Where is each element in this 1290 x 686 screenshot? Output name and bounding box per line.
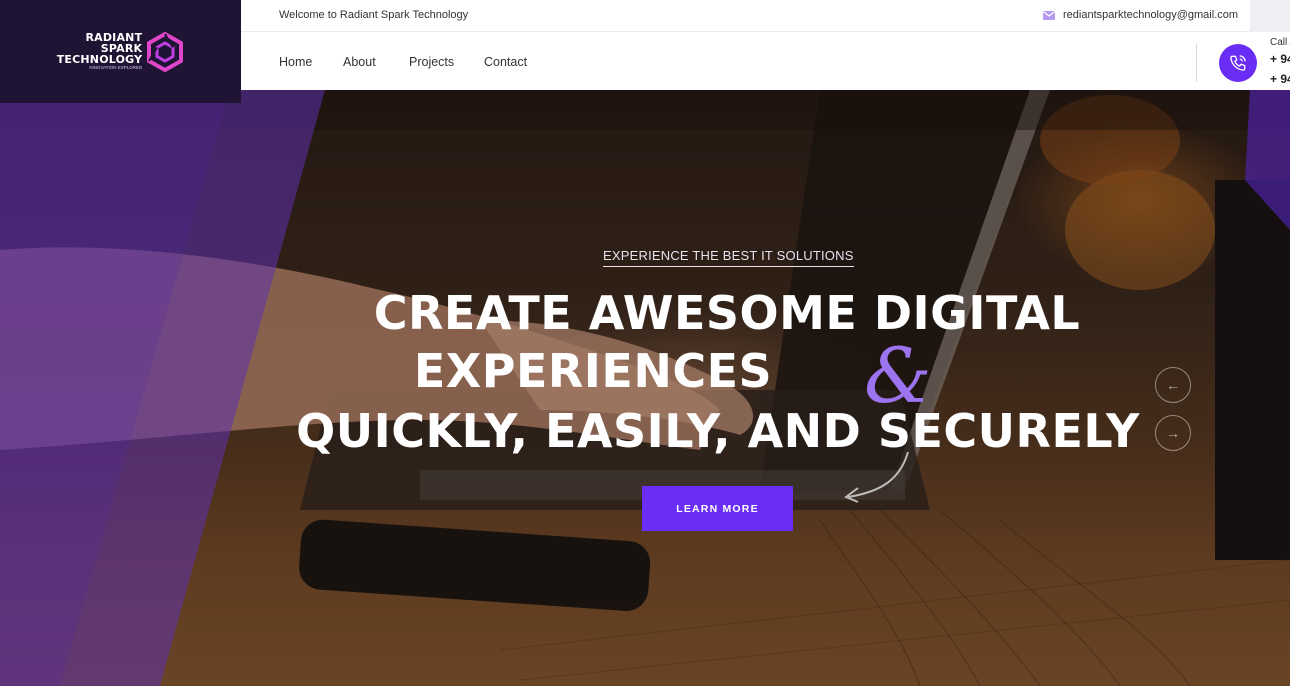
phone-number-2[interactable]: + 94 — [1270, 72, 1290, 86]
top-bar: Welcome to Radiant Spark Technology redi… — [241, 0, 1290, 32]
slider-next-button[interactable]: → — [1155, 415, 1191, 451]
hero-content: EXPERIENCE THE BEST IT SOLUTIONS CREATE … — [0, 90, 1290, 686]
hero-headline-line-3: QUICKLY, EASILY, AND SECURELY — [296, 404, 1140, 458]
hero-ampersand: & — [864, 331, 932, 420]
call-button[interactable] — [1219, 44, 1257, 82]
call-label: Call A — [1270, 37, 1290, 48]
hero-headline-line-1: CREATE AWESOME DIGITAL — [373, 286, 1081, 340]
nav-contact[interactable]: Contact — [484, 55, 527, 69]
nav-divider — [1196, 44, 1197, 82]
main-nav: Home About Projects Contact Call A + 94 … — [241, 32, 1290, 90]
nav-about[interactable]: About — [343, 55, 376, 69]
logo-tagline: INNOVATION EXPLORED — [89, 65, 143, 71]
welcome-text: Welcome to Radiant Spark Technology — [279, 9, 469, 21]
hero-subtitle: EXPERIENCE THE BEST IT SOLUTIONS — [603, 248, 854, 267]
nav-home[interactable]: Home — [279, 55, 312, 69]
phone-number-1[interactable]: + 94 — [1270, 52, 1290, 66]
learn-more-button[interactable]: LEARN MORE — [642, 486, 793, 531]
envelope-icon — [1043, 10, 1055, 20]
hero-banner: EXPERIENCE THE BEST IT SOLUTIONS CREATE … — [0, 90, 1290, 686]
slider-prev-button[interactable]: ← — [1155, 367, 1191, 403]
arrow-right-icon: → — [1166, 425, 1180, 441]
top-bar-corner — [1250, 0, 1290, 32]
arrow-left-icon: ← — [1166, 377, 1180, 393]
email-contact[interactable]: rediantsparktechnology@gmail.com — [1043, 9, 1238, 21]
hero-headline-line-2: EXPERIENCES — [413, 344, 773, 398]
phone-icon — [1230, 55, 1246, 71]
logo-line-3: TECHNOLOGY — [56, 53, 143, 67]
email-link[interactable]: rediantsparktechnology@gmail.com — [1063, 9, 1238, 21]
logo[interactable]: RADIANT SPARK TECHNOLOGY INNOVATION EXPL… — [0, 0, 241, 103]
logo-wordmark: RADIANT SPARK TECHNOLOGY INNOVATION EXPL… — [57, 32, 143, 71]
logo-mark-icon — [147, 31, 184, 72]
nav-projects[interactable]: Projects — [409, 55, 454, 69]
